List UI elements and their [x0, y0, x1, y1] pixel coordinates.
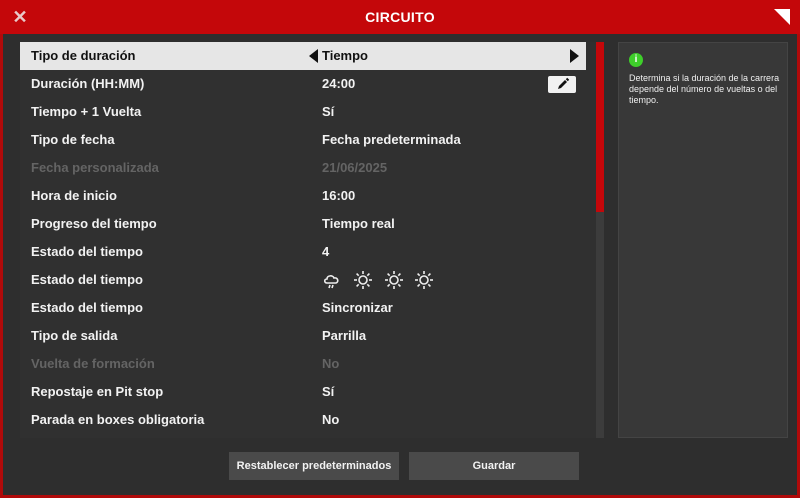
setting-label: Fecha personalizada	[31, 160, 159, 175]
setting-label: Tiempo + 1 Vuelta	[31, 104, 142, 119]
save-button[interactable]: Guardar	[409, 452, 579, 480]
setting-row-hora-inicio[interactable]: Hora de inicio 16:00	[20, 182, 586, 210]
sun-icon[interactable]	[384, 270, 404, 290]
scrollbar[interactable]	[596, 42, 604, 438]
setting-row-estado-tiempo-count[interactable]: Estado del tiempo 4	[20, 238, 586, 266]
setting-value: Sí	[322, 104, 335, 119]
setting-label: Hora de inicio	[31, 188, 117, 203]
setting-row-duracion[interactable]: Duración (HH:MM) 24:00	[20, 70, 586, 98]
setting-value: Tiempo real	[322, 216, 395, 231]
setting-row-fecha-personalizada: Fecha personalizada 21/06/2025	[20, 154, 586, 182]
arrow-right-icon[interactable]	[570, 49, 579, 63]
setting-value: No	[322, 412, 340, 427]
edit-button[interactable]	[548, 76, 576, 93]
reset-defaults-button[interactable]: Restablecer predeterminados	[229, 452, 399, 480]
setting-value: 4	[322, 244, 330, 259]
info-panel: i Determina si la duración de la carrera…	[618, 42, 788, 438]
setting-label: Tipo de salida	[31, 328, 118, 343]
setting-label: Estado del tiempo	[31, 244, 143, 259]
setting-row-parada-boxes[interactable]: Parada en boxes obligatoria No	[20, 406, 586, 434]
setting-row-progreso-tiempo[interactable]: Progreso del tiempo Tiempo real	[20, 210, 586, 238]
setting-row-tiempo-vuelta[interactable]: Tiempo + 1 Vuelta Sí	[20, 98, 586, 126]
setting-label: Parada en boxes obligatoria	[31, 412, 205, 427]
cloud-rain-icon[interactable]	[322, 270, 342, 290]
window-title: CIRCUITO	[365, 9, 435, 25]
setting-label: Repostaje en Pit stop	[31, 384, 164, 399]
pencil-icon	[558, 77, 570, 89]
setting-value: 21/06/2025	[322, 160, 388, 175]
setting-row-tipo-duracion[interactable]: Tipo de duración Tiempo	[20, 42, 586, 70]
setting-value: Fecha predeterminada	[322, 132, 461, 147]
scrollbar-thumb[interactable]	[596, 42, 604, 212]
setting-value: 24:00	[322, 76, 356, 91]
setting-value: 16:00	[322, 188, 356, 203]
info-description: Determina si la duración de la carrera d…	[629, 73, 780, 105]
setting-label: Estado del tiempo	[31, 300, 143, 315]
setting-row-vuelta-formacion: Vuelta de formación No	[20, 350, 586, 378]
arrow-left-icon[interactable]	[309, 49, 318, 63]
setting-row-estado-tiempo-sync[interactable]: Estado del tiempo Sincronizar	[20, 294, 586, 322]
sun-icon[interactable]	[353, 270, 373, 290]
setting-label: Duración (HH:MM)	[31, 76, 145, 91]
setting-row-tipo-salida[interactable]: Tipo de salida Parrilla	[20, 322, 586, 350]
setting-label: Tipo de duración	[31, 48, 136, 63]
sun-icon[interactable]	[414, 270, 434, 290]
setting-value: No	[322, 356, 340, 371]
setting-row-estado-tiempo-icons[interactable]: Estado del tiempo	[20, 266, 586, 294]
setting-row-repostaje[interactable]: Repostaje en Pit stop Sí	[20, 378, 586, 406]
setting-label: Progreso del tiempo	[31, 216, 157, 231]
setting-label: Tipo de fecha	[31, 132, 115, 147]
setting-value: Sí	[322, 384, 335, 399]
title-bar: ✕ CIRCUITO	[0, 0, 800, 34]
setting-value: Sincronizar	[322, 300, 393, 315]
setting-label: Estado del tiempo	[31, 272, 143, 287]
setting-value: Tiempo	[322, 48, 368, 63]
corner-triangle-icon	[774, 9, 790, 25]
setting-value: Parrilla	[322, 328, 367, 343]
setting-row-tipo-fecha[interactable]: Tipo de fecha Fecha predeterminada	[20, 126, 586, 154]
info-icon: i	[629, 53, 643, 67]
setting-label: Vuelta de formación	[31, 356, 155, 371]
